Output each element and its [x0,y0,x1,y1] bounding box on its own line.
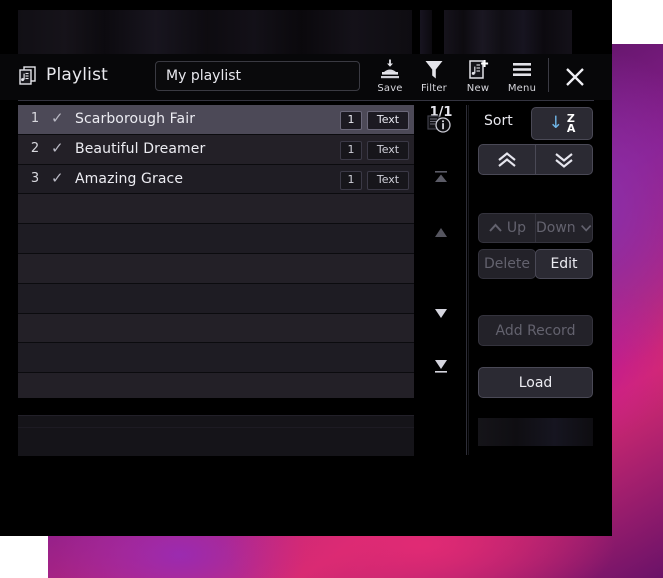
filter-label: Filter [421,83,447,94]
panel-divider [18,427,414,428]
menu-icon [500,58,544,82]
chevron-down-icon [580,224,591,232]
playlist-name-input[interactable]: My playlist [155,61,360,91]
table-row-empty[interactable] [18,343,414,374]
page-up-button[interactable] [478,144,536,175]
close-button[interactable] [558,60,592,94]
scroll-down-button[interactable] [418,305,464,331]
table-row-empty[interactable] [18,224,414,254]
row-check-icon[interactable]: ✓ [51,169,64,187]
sort-order-button[interactable]: ↓ Z A [531,107,593,140]
delete-label: Delete [484,256,530,272]
panel-divider-left [466,105,467,455]
jump-to-last-icon [435,360,447,373]
table-row[interactable]: 1 ✓ Scarborough Fair 1 Text [18,105,414,135]
scroll-up-icon [435,228,447,237]
filter-icon [412,58,456,82]
list-navigation-column: 1/1 [418,105,464,455]
obscured-bottom-button [478,418,593,446]
playlist-table[interactable]: 1 ✓ Scarborough Fair 1 Text 2 ✓ Beautifu… [18,105,414,398]
load-label: Load [518,374,553,391]
table-row-empty[interactable] [18,194,414,225]
chevron-up-icon [489,223,502,232]
new-button[interactable]: New [456,58,500,98]
row-count-badge: 1 [340,111,362,130]
row-number: 1 [30,111,40,126]
row-count-badge: 1 [340,140,362,160]
save-button[interactable]: Save [368,58,412,98]
move-up-button[interactable]: Up [478,213,536,243]
obscured-top-strip-right [444,10,572,54]
save-icon [368,58,412,82]
scroll-up-button[interactable] [418,225,464,251]
jump-to-last-button[interactable] [418,357,464,383]
row-number: 3 [30,170,40,186]
obscured-lower-panel [18,415,414,456]
add-record-button[interactable]: Add Record [478,315,593,346]
chevron-double-down-icon [555,152,573,168]
toolbar-divider [548,58,549,92]
row-check-icon[interactable]: ✓ [51,109,64,127]
load-button[interactable]: Load [478,367,593,398]
arrow-down-icon: ↓ [548,113,563,133]
table-row-empty[interactable] [18,253,414,284]
info-button[interactable] [426,113,456,139]
playlist-window: Playlist My playlist Save Filter New Men… [0,0,612,536]
sort-a-label: A [566,121,576,135]
move-up-label: Up [506,220,527,236]
row-title: Scarborough Fair [75,111,196,127]
add-record-label: Add Record [495,322,576,339]
filter-button[interactable]: Filter [412,58,456,98]
new-icon [456,58,500,82]
row-type-badge: Text [367,170,409,190]
page-down-button[interactable] [535,144,593,175]
row-check-icon[interactable]: ✓ [51,139,64,157]
jump-to-first-button[interactable] [418,169,464,195]
new-label: New [466,83,490,94]
wallpaper-white-corner-top-right [612,0,663,44]
right-control-panel: Sort ↓ Z A Up Down Delete Edit Add Recor… [472,100,612,460]
row-title: Amazing Grace [75,170,184,187]
table-row-empty[interactable] [18,313,414,344]
page-title: Playlist [46,65,109,85]
table-row-empty[interactable] [18,373,414,398]
move-down-label: Down [536,220,576,236]
sort-label: Sort [484,113,513,129]
move-down-button[interactable]: Down [535,213,593,243]
info-icon [427,115,451,133]
row-type-badge: Text [367,140,409,160]
save-label: Save [377,83,403,94]
table-row-empty[interactable] [18,283,414,314]
row-number: 2 [30,140,40,156]
edit-label: Edit [550,256,578,272]
row-count-badge: 1 [340,170,362,190]
table-row[interactable]: 3 ✓ Amazing Grace 1 Text [18,164,414,195]
playlist-icon [16,64,40,88]
row-type-badge: Text [367,111,409,130]
close-icon [566,68,584,86]
obscured-top-strip-left [18,10,412,54]
chevron-double-up-icon [498,151,516,167]
row-title: Beautiful Dreamer [75,140,206,157]
menu-button[interactable]: Menu [500,58,544,98]
jump-to-first-icon [435,171,447,182]
scroll-down-icon [435,309,447,318]
delete-button[interactable]: Delete [478,249,536,279]
table-row[interactable]: 2 ✓ Beautiful Dreamer 1 Text [18,134,414,165]
panel-divider-right [468,105,469,455]
obscured-top-strip-middle [420,10,432,54]
edit-button[interactable]: Edit [535,249,593,279]
menu-label: Menu [507,83,537,94]
screen: Playlist My playlist Save Filter New Men… [0,0,663,578]
